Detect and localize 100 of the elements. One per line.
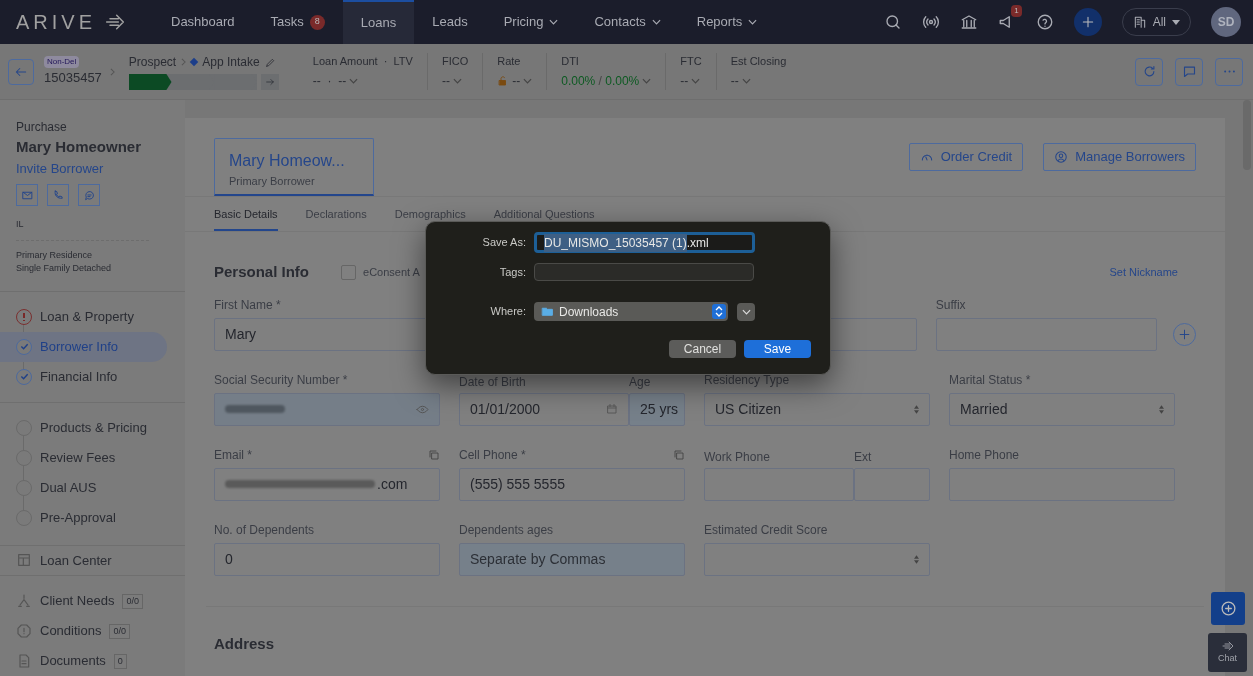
metric-label: Est Closing	[730, 53, 787, 69]
property-type: Single Family Detached	[16, 261, 113, 275]
email-button[interactable]	[16, 184, 38, 206]
cancel-button[interactable]: Cancel	[669, 340, 736, 358]
refresh-button[interactable]	[1135, 57, 1163, 86]
order-credit-button[interactable]: Order Credit	[908, 143, 1024, 171]
field-label: First Name *	[214, 296, 281, 314]
manage-borrowers-button[interactable]: Manage Borrowers	[1043, 143, 1196, 171]
channel-badge: Non-Del	[44, 55, 80, 68]
chevron-down-icon	[748, 19, 758, 25]
location-popup[interactable]: Downloads	[534, 302, 728, 321]
select-field[interactable]: US Citizen	[704, 392, 930, 426]
metric-label: Loan Amount · LTV	[312, 53, 413, 69]
section-tab[interactable]: Basic Details	[214, 206, 278, 231]
arrow-right-icon	[264, 77, 275, 87]
save-button[interactable]: Save	[744, 340, 811, 358]
step-item[interactable]: Loan & Property	[0, 301, 167, 332]
section-tab[interactable]: Declarations	[305, 206, 367, 231]
stepper-icon	[712, 304, 726, 319]
age-field: 25 yrs	[629, 392, 685, 426]
caret-icon	[1172, 19, 1180, 25]
step-item[interactable]: Review Fees	[0, 442, 167, 473]
file-name-field[interactable]: DU_MISMO_15035457 (1).xml	[534, 232, 755, 253]
field-label: Tags:	[498, 264, 527, 280]
nav-tab[interactable]: Tasks 8	[252, 0, 343, 44]
count-badge: 0/0	[109, 623, 130, 639]
step-item[interactable]: Financial Info	[0, 361, 167, 392]
invite-link[interactable]: Invite Borrower	[16, 158, 169, 178]
expand-button[interactable]	[737, 302, 755, 321]
select-field[interactable]	[704, 542, 930, 576]
call-button[interactable]	[47, 184, 69, 206]
occupancy: Primary Residence	[16, 248, 94, 262]
chat-bubble-icon	[82, 188, 96, 202]
econsent-checkbox[interactable]	[341, 265, 357, 280]
date-field[interactable]: 01/01/2000	[459, 392, 629, 426]
plus-circle-icon	[1219, 600, 1237, 617]
advance-button[interactable]	[260, 74, 279, 90]
field-label: Cell Phone *	[459, 446, 526, 464]
step-item[interactable]: Products & Pricing	[0, 412, 167, 443]
field-label: No. of Dependents	[214, 521, 315, 539]
field-label: Where:	[489, 304, 527, 320]
add-button[interactable]	[1073, 8, 1102, 36]
comments-button[interactable]	[1175, 57, 1203, 86]
text-field[interactable]: (555) 555 5555	[459, 467, 685, 501]
add-floating-button[interactable]	[1211, 592, 1245, 625]
check-icon	[16, 338, 32, 355]
masked-field[interactable]	[214, 392, 440, 426]
document-icon	[16, 653, 32, 669]
back-button[interactable]	[8, 58, 34, 85]
loan-number: 15035457	[44, 68, 102, 87]
metric-value: 0.00% / 0.00%	[561, 73, 640, 91]
property-state: IL	[16, 218, 149, 241]
metric-value: --	[680, 73, 689, 91]
chevron-down-icon	[651, 19, 661, 25]
chevron-down-icon	[523, 78, 533, 85]
stage-label: Prospect	[128, 54, 177, 71]
logo[interactable]: ARIVE	[16, 7, 97, 37]
chat-button[interactable]: Chat	[1208, 633, 1247, 672]
message-button[interactable]	[78, 184, 100, 206]
step-item[interactable]: Dual AUS	[0, 472, 167, 503]
nav-tab[interactable]: Dashboard	[153, 0, 253, 44]
text-field[interactable]: 0	[214, 542, 440, 576]
more-button[interactable]	[1215, 57, 1243, 86]
calendar-icon	[606, 403, 618, 415]
user-avatar[interactable]: SD	[1211, 7, 1241, 37]
nav-tab[interactable]: Reports	[678, 0, 776, 44]
sort-icon	[914, 404, 919, 414]
sidebar-link[interactable]: Documents	[40, 651, 106, 671]
chevron-right-icon	[181, 58, 187, 66]
chevron-down-icon	[741, 308, 751, 315]
section-tab[interactable]: Additional Questions	[493, 206, 595, 231]
field-label: Social Security Number *	[214, 371, 348, 389]
text-field[interactable]: Separate by Commas	[459, 542, 685, 576]
sidebar-link[interactable]: Client Needs	[40, 591, 115, 611]
set-nickname-link[interactable]: Set Nickname	[1109, 264, 1178, 281]
borrower-tab[interactable]: Mary Homeow... Primary Borrower	[214, 138, 374, 196]
nav-tab[interactable]: Contacts	[576, 0, 679, 44]
field-label: Home Phone	[949, 446, 1020, 464]
notification-badge: 1	[1011, 5, 1022, 17]
select-field[interactable]: Married	[949, 392, 1175, 426]
section-tab[interactable]: Demographics	[394, 206, 466, 231]
nav-tab[interactable]: Loans	[342, 0, 415, 44]
step-item[interactable]: Pre-Approval	[0, 502, 167, 533]
sidebar-link[interactable]: Conditions	[40, 621, 102, 641]
borrower-name: Mary Homeowner	[16, 137, 143, 157]
nav-tab[interactable]: Pricing	[485, 0, 577, 44]
chevron-down-icon	[452, 78, 462, 85]
email-field[interactable]: .com	[214, 467, 440, 501]
step-item[interactable]: Borrower Info	[0, 331, 167, 362]
nav-tab[interactable]: Leads	[414, 0, 486, 44]
loan-center-link[interactable]: Loan Center	[40, 550, 112, 570]
metric-value: --	[730, 73, 739, 91]
help-icon	[1035, 13, 1054, 31]
tags-field[interactable]	[534, 263, 754, 281]
checkbox-label: eConsent A	[363, 265, 420, 281]
plus-icon	[1080, 15, 1095, 29]
layout-icon	[16, 552, 32, 569]
borrower-role: Primary Borrower	[229, 174, 316, 189]
field-label: Work Phone	[704, 448, 771, 462]
network-icon	[16, 593, 32, 609]
